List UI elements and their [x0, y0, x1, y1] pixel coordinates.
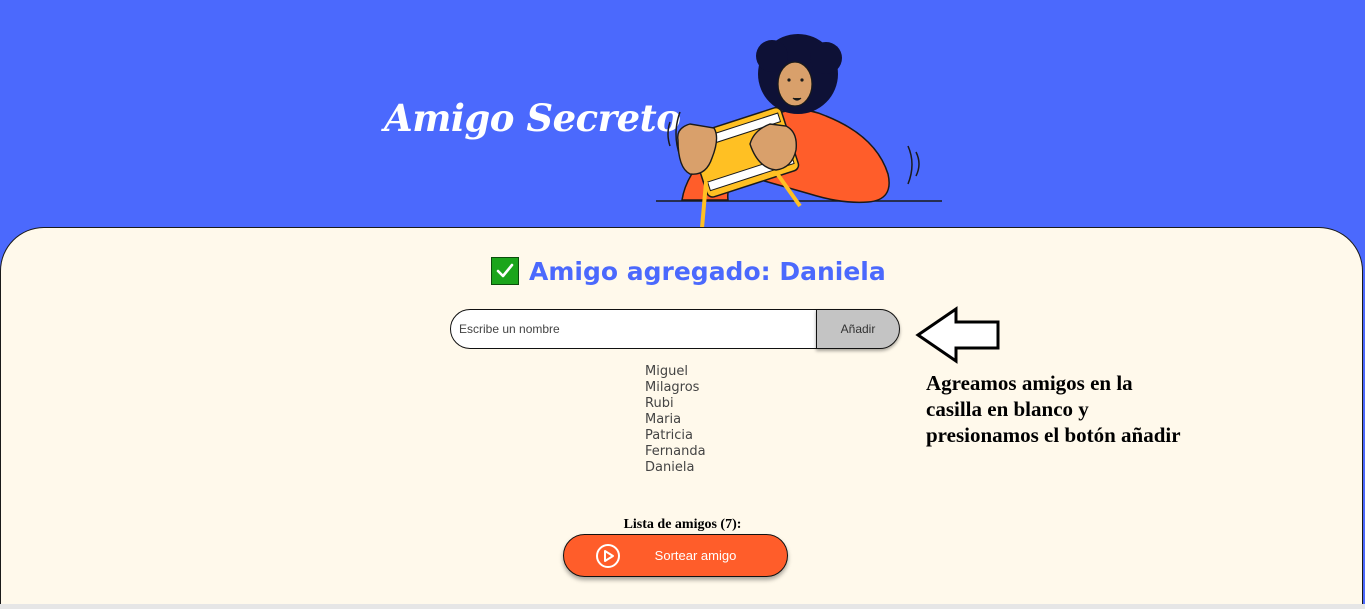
- left-arrow-icon: [915, 306, 1000, 364]
- status-text: Amigo agregado: Daniela: [529, 256, 886, 286]
- draw-friend-button[interactable]: Sortear amigo: [563, 534, 788, 577]
- friend-list: Miguel Milagros Rubi Maria Patricia Fern…: [645, 364, 706, 476]
- list-item: Milagros: [645, 380, 700, 395]
- header: Amigo Secreto: [0, 0, 1365, 240]
- name-input[interactable]: [450, 309, 830, 349]
- list-item: Maria: [645, 412, 682, 427]
- add-button[interactable]: Añadir: [816, 309, 900, 349]
- annotation-text: Agreamos amigos en la casilla en blanco …: [926, 370, 1246, 448]
- check-mark-icon: [491, 257, 519, 285]
- annotation-line: presionamos el botón añadir: [926, 423, 1181, 447]
- annotation-line: casilla en blanco y: [926, 397, 1089, 421]
- page-title: Amigo Secreto: [384, 96, 681, 140]
- list-item: Rubi: [645, 396, 674, 411]
- draw-button-label: Sortear amigo: [654, 548, 737, 563]
- annotation-line: Agreamos amigos en la: [926, 371, 1133, 395]
- list-item: Miguel: [645, 364, 688, 379]
- person-holding-gift-illustration: [656, 34, 942, 229]
- add-friend-form: Añadir: [450, 309, 900, 349]
- friend-count-label: Lista de amigos (7):: [623, 517, 742, 532]
- bottom-divider: [0, 604, 1365, 609]
- list-item: Fernanda: [645, 444, 706, 459]
- list-item: Patricia: [645, 428, 694, 443]
- status-message: Amigo agregado: Daniela: [491, 256, 886, 286]
- play-icon: [596, 544, 620, 568]
- list-item: Daniela: [645, 460, 695, 475]
